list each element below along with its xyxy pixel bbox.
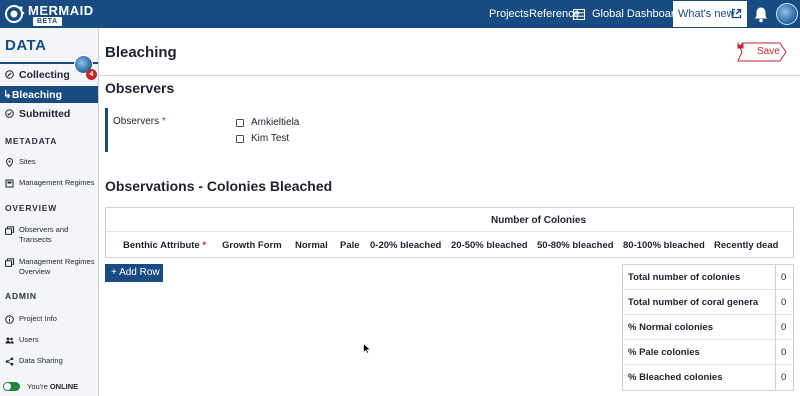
summary-separator [775, 265, 776, 290]
users-icon [5, 337, 14, 344]
save-label: Save [757, 46, 780, 57]
summary-separator [775, 315, 776, 340]
page-title: Bleaching [105, 44, 177, 61]
collecting-icon [5, 70, 14, 79]
summary-label: % Normal colonies [628, 322, 713, 333]
table-icon [573, 9, 585, 20]
observers-label-text: Observers [113, 116, 160, 127]
column-header-recently-dead: Recently dead [714, 240, 779, 251]
top-navigation-bar: MERMAID BETA Projects Reference Global D… [0, 0, 800, 28]
sidebar: DATA 4 Collecting ↳Bleaching Submitted M… [0, 28, 99, 396]
observer-name: Amkieltiela [251, 117, 300, 128]
user-avatar[interactable] [776, 3, 798, 25]
add-row-button[interactable]: + Add Row [105, 264, 163, 282]
observer-checkbox[interactable] [236, 119, 244, 127]
observers-accent-bar [105, 108, 108, 152]
summary-value: 0 [781, 297, 787, 308]
sidebar-item-label: Observers and Transects [19, 225, 69, 244]
sidebar-section-admin: ADMIN [5, 291, 37, 301]
info-icon [5, 315, 14, 324]
column-header-benthic-attribute: Benthic Attribute * [123, 240, 206, 251]
column-header-growth-form: Growth Form [222, 240, 282, 251]
summary-row: Total number of colonies 0 [623, 265, 793, 290]
observers-field-label: Observers * [113, 116, 166, 127]
sidebar-item-label: Project Info [19, 314, 57, 323]
summary-row: % Bleached colonies 0 [623, 365, 793, 390]
table-group-header-row: Number of Colonies [106, 208, 793, 232]
bleaching-label: Bleaching [11, 89, 62, 101]
column-header-50-80-bleached: 50-80% bleached [537, 240, 614, 251]
nav-projects-link[interactable]: Projects [489, 0, 529, 28]
mouse-cursor-icon [363, 343, 371, 354]
column-header-0-20-bleached: 0-20% bleached [370, 240, 442, 251]
online-toggle[interactable] [3, 382, 20, 391]
observers-heading: Observers [105, 80, 175, 96]
page-header: Bleaching Save [99, 28, 800, 76]
sidebar-item-label: Management Regimes [19, 178, 95, 187]
mermaid-logo[interactable]: MERMAID BETA [4, 2, 98, 26]
required-marker: * [202, 240, 207, 251]
check-circle-icon [5, 109, 14, 118]
summary-value: 0 [781, 372, 787, 383]
summary-value: 0 [781, 272, 787, 283]
summary-label: % Pale colonies [628, 347, 700, 358]
observer-name: Kim Test [251, 133, 290, 144]
sidebar-item-label: ↳Bleaching [3, 89, 62, 101]
summary-label: % Bleached colonies [628, 372, 723, 383]
summary-table: Total number of colonies 0 Total number … [622, 264, 794, 391]
sidebar-item-label: Users [19, 335, 39, 344]
whats-new-button[interactable]: What's new [673, 1, 747, 27]
observer-checkbox[interactable] [236, 135, 244, 143]
required-marker: * [161, 116, 166, 127]
bell-icon[interactable] [753, 6, 769, 23]
collecting-count-badge: 4 [86, 69, 97, 80]
whats-new-label: What's new [678, 8, 735, 20]
summary-separator [775, 340, 776, 365]
number-of-colonies-header: Number of Colonies [491, 215, 587, 226]
sidebar-section-overview: OVERVIEW [5, 203, 58, 213]
online-status: You're ONLINE [27, 382, 78, 391]
sidebar-item-label: Sites [19, 157, 36, 166]
sidebar-title: DATA [5, 37, 47, 54]
toggle-knob [4, 383, 11, 390]
column-header-80-100-bleached: 80-100% bleached [623, 240, 705, 251]
external-link-icon [731, 8, 742, 19]
sidebar-item-label: Submitted [19, 108, 71, 120]
floppy-disk-icon [737, 42, 744, 49]
logo-text: MERMAID [28, 3, 94, 18]
sidebar-section-metadata: METADATA [5, 136, 58, 146]
share-icon [5, 357, 14, 366]
summary-value: 0 [781, 347, 787, 358]
summary-value: 0 [781, 322, 787, 333]
status-value: ONLINE [49, 382, 79, 391]
colonies-table: Number of Colonies Benthic Attribute * G… [105, 207, 794, 258]
status-prefix: You're [27, 382, 50, 391]
summary-label: Total number of coral genera [628, 297, 759, 308]
stack-icon [5, 258, 14, 267]
summary-row: % Pale colonies 0 [623, 340, 793, 365]
summary-row: Total number of coral genera 0 [623, 290, 793, 315]
summary-row: % Normal colonies 0 [623, 315, 793, 340]
summary-separator [775, 290, 776, 315]
column-label: Benthic Attribute [123, 240, 200, 251]
column-header-20-50-bleached: 20-50% bleached [451, 240, 528, 251]
sidebar-item-label: Collecting [19, 69, 70, 81]
column-header-pale: Pale [340, 240, 360, 251]
colonies-bleached-heading: Observations - Colonies Bleached [105, 178, 333, 194]
save-button[interactable]: Save [737, 42, 787, 62]
stack-icon [5, 226, 14, 235]
summary-separator [775, 365, 776, 390]
book-icon [5, 179, 14, 188]
nav-global-dashboard-link[interactable]: Global Dashboard [592, 0, 681, 28]
column-header-normal: Normal [295, 240, 328, 251]
sidebar-item-bleaching[interactable]: ↳Bleaching [0, 86, 98, 103]
map-pin-icon [5, 158, 14, 167]
summary-label: Total number of colonies [628, 272, 741, 283]
mermaid-logo-icon [5, 5, 25, 23]
sidebar-item-label: Management Regimes Overview [19, 257, 95, 276]
sidebar-item-label: Data Sharing [19, 356, 63, 365]
beta-badge: BETA [33, 17, 62, 26]
